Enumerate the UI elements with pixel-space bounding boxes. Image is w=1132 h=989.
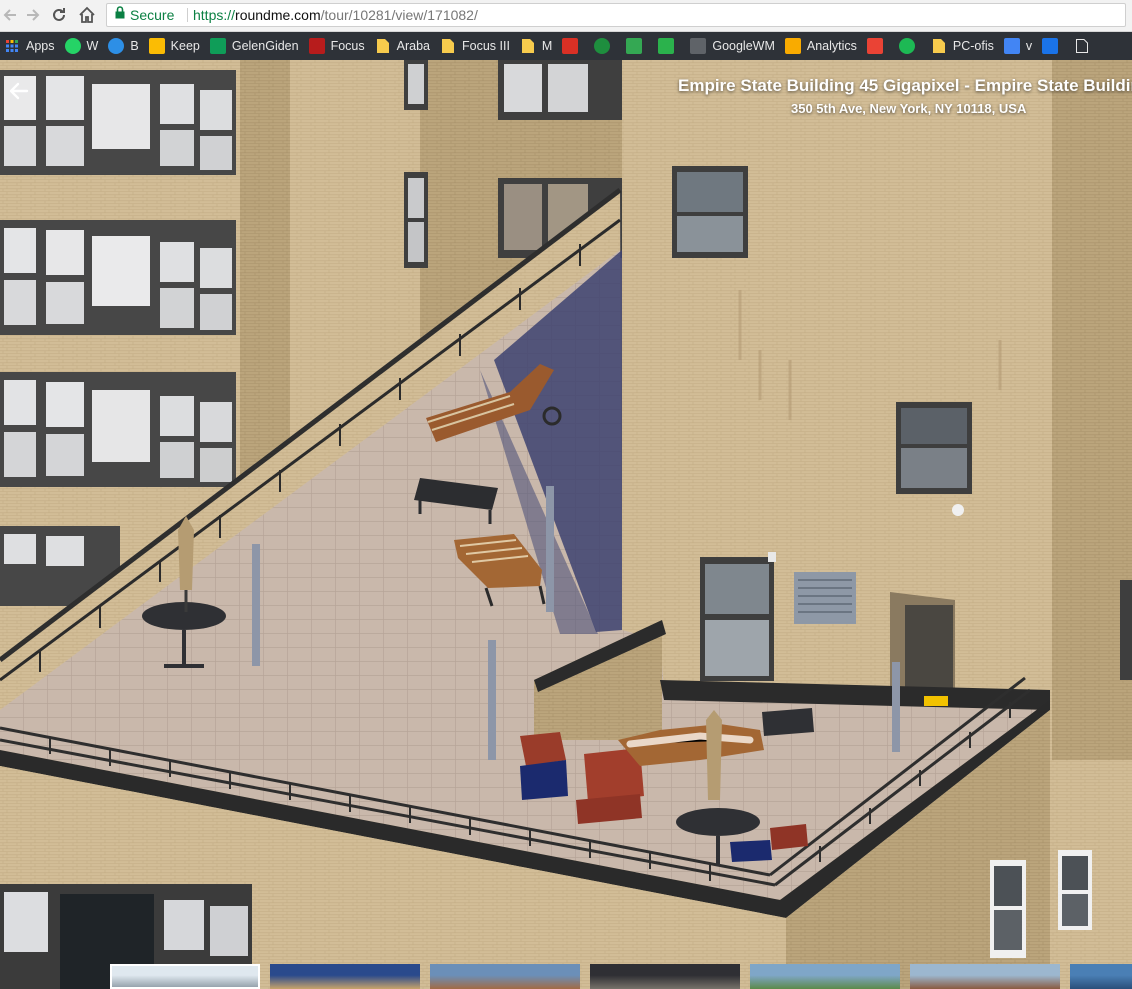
bookmark-item[interactable] [654,32,686,60]
scene-thumbnail[interactable] [590,964,740,989]
bookmark-item[interactable]: PC-ofis [927,32,1000,60]
panorama-viewer[interactable]: Empire State Building 45 Gigapixel - Emp… [0,60,1132,989]
bookmark-label: v [1025,39,1033,53]
bookmark-label: M [541,39,553,53]
bookmark-item[interactable] [1070,32,1102,60]
panorama-image[interactable] [0,60,1132,989]
scene-thumbnail[interactable] [1070,964,1132,989]
maps-icon [626,38,643,54]
pinwheel-icon [866,38,883,54]
patio-table [142,602,226,630]
tour-address: 350 5th Ave, New York, NY 10118, USA [791,101,1027,116]
sheets-icon [209,38,226,54]
bookmark-item[interactable] [863,32,895,60]
keep-bulb-icon [148,38,165,54]
back-button[interactable] [8,80,32,104]
webmaster-icon [690,38,707,54]
tour-header: Empire State Building 45 Gigapixel - Emp… [620,76,1132,116]
omnibox-separator [187,8,188,22]
scene-thumbnail[interactable] [910,964,1060,989]
bookmark-label: PC-ofis [952,39,994,53]
calendar-icon [1042,38,1059,54]
spotify-icon [898,38,915,54]
address-bar[interactable]: Secure https://roundme.com/tour/10281/vi… [106,3,1126,27]
url-text[interactable]: https://roundme.com/tour/10281/view/1710… [193,7,478,23]
folder-icon [375,38,391,54]
page-icon [1074,38,1090,54]
folder-icon [440,38,456,54]
bookmark-item[interactable]: M [516,32,558,60]
bookmark-label: GelenGiden [231,39,299,53]
bookmark-item[interactable]: W [61,32,105,60]
secure-label: Secure [130,7,175,23]
bookmark-item[interactable]: Araba [371,32,436,60]
scene-thumbnail[interactable] [110,964,260,989]
bookmark-item[interactable] [622,32,654,60]
bookmark-item[interactable] [895,32,927,60]
bookmark-item[interactable]: v [1000,32,1038,60]
bookmark-item[interactable]: GoogleWM [686,32,781,60]
bookmark-item[interactable]: B [104,32,144,60]
url-scheme: https:// [193,7,236,23]
bookmark-label: Analytics [806,39,857,53]
scene-thumbnail[interactable] [750,964,900,989]
blue-circle-icon [108,38,125,54]
home-icon[interactable] [76,4,98,26]
reload-icon[interactable] [48,4,70,26]
bookmark-item[interactable]: Keep [145,32,206,60]
security-indicator[interactable]: Secure [115,4,174,26]
folder-icon [931,38,947,54]
google-blue-icon [1003,38,1020,54]
bookmarks-bar: Apps W B Keep GelenGiden Focus Araba Focus III M… [0,32,1132,60]
tour-title: Empire State Building 45 Gigapixel - Emp… [678,76,1132,95]
bookmark-item[interactable]: Apps [0,32,61,60]
scene-thumbnail[interactable] [270,964,420,989]
analytics-icon [784,38,801,54]
car-icon [308,38,325,54]
apps-grid-icon [4,38,20,54]
bookmark-label: Keep [170,39,200,53]
bookmark-item[interactable] [590,32,622,60]
bookmark-label: Apps [26,39,55,53]
bookmark-label: Focus [330,39,365,53]
arrow-left-icon [9,82,29,100]
feedly-icon [658,38,675,54]
red-badge-icon [562,38,579,54]
bookmark-label: W [86,39,99,53]
url-path: /tour/10281/view/171082/ [320,7,478,23]
closed-umbrella [706,710,722,800]
bookmark-item[interactable] [558,32,590,60]
bookmark-item[interactable]: GelenGiden [206,32,305,60]
lock-icon [115,6,125,24]
bookmark-item[interactable]: Focus III [436,32,516,60]
bookmark-label: B [130,39,139,53]
url-host: roundme.com [235,7,321,23]
bookmark-item[interactable]: Analytics [781,32,863,60]
whatsapp-icon [64,38,81,54]
scene-thumbnail[interactable] [430,964,580,989]
forward-arrow-icon[interactable] [21,4,43,26]
scene-thumbnail-strip [0,964,1132,989]
folder-icon [520,38,536,54]
back-arrow-icon[interactable] [0,4,22,26]
patio-table [676,808,760,836]
bookmark-label: Focus III [461,39,510,53]
closed-umbrella [178,516,194,590]
bookmark-label: Araba [396,39,430,53]
browser-toolbar: Secure https://roundme.com/tour/10281/vi… [0,0,1132,32]
bookmark-item[interactable] [1038,32,1070,60]
bookmark-label: GoogleWM [712,39,775,53]
bookmark-item[interactable]: Focus [305,32,371,60]
green-clock-icon [594,38,611,54]
